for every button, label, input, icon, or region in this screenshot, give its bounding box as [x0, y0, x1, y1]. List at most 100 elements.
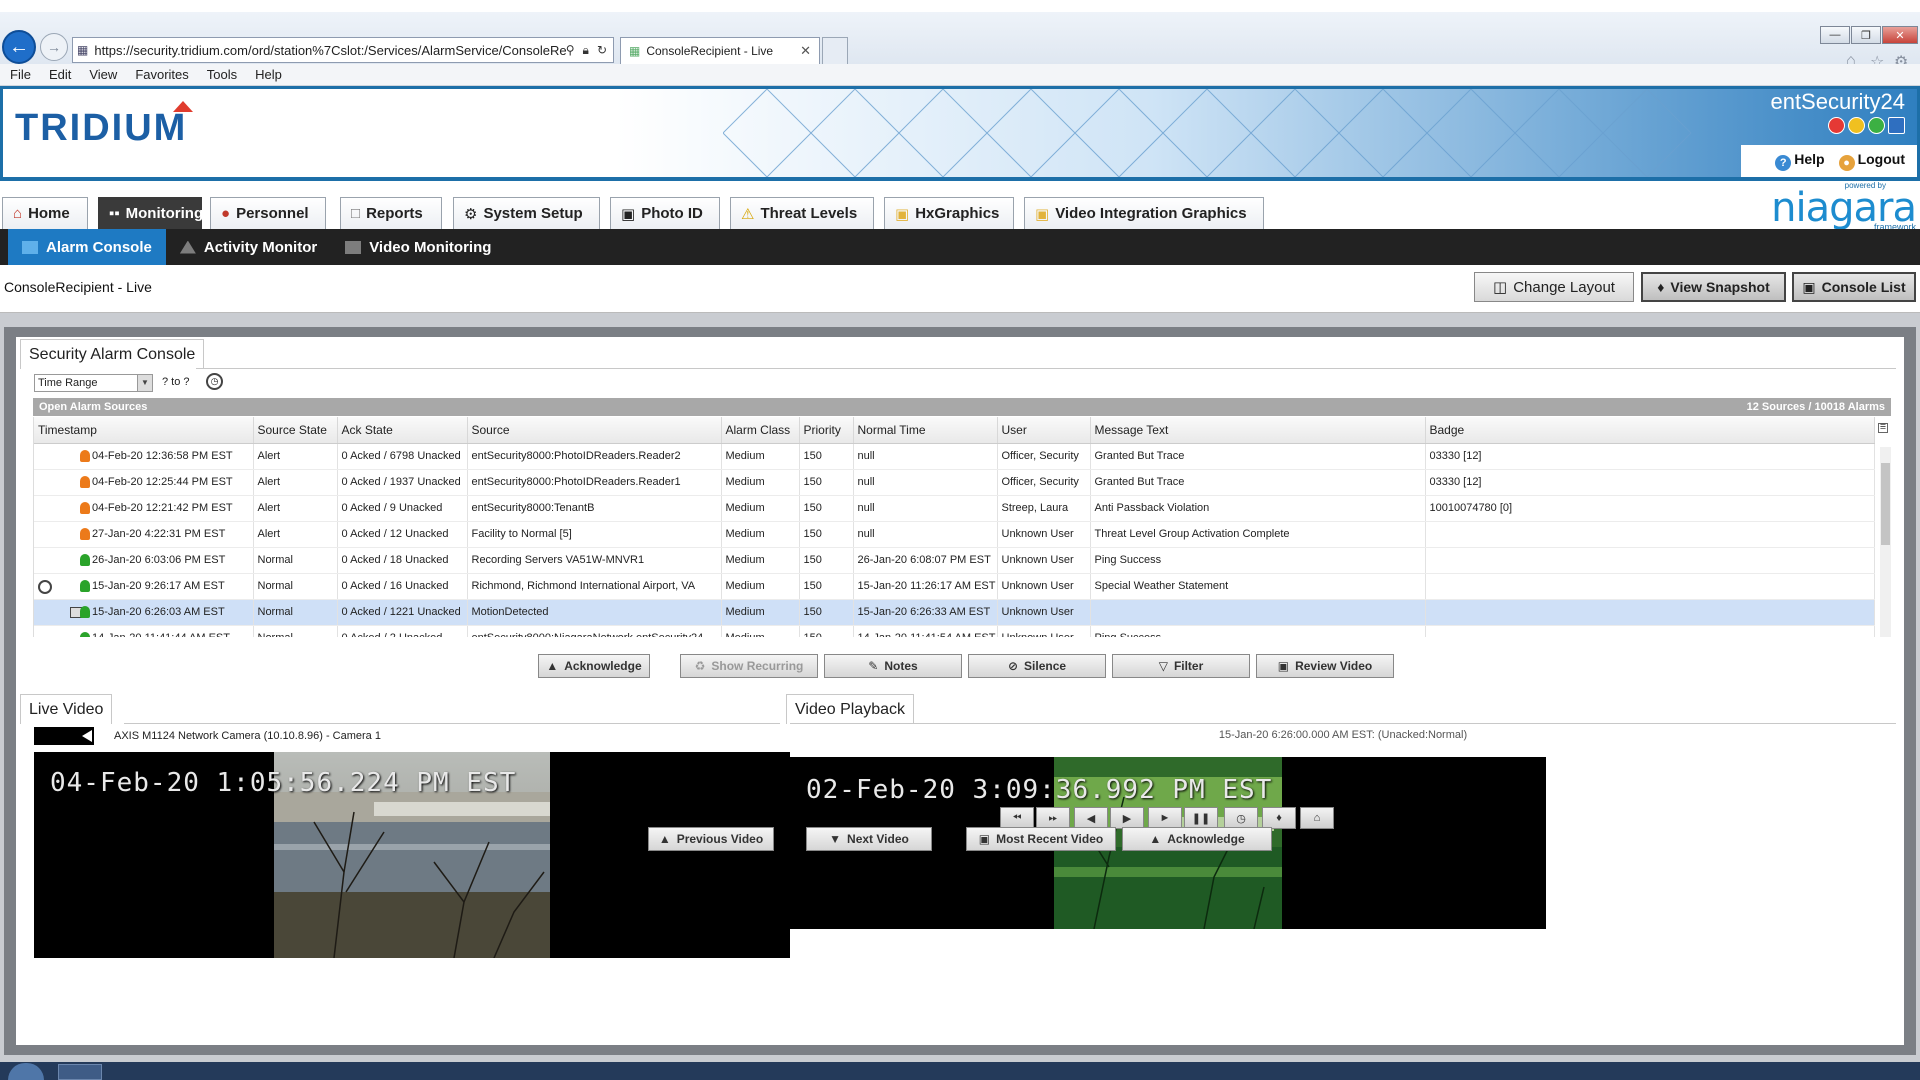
- refresh-icon[interactable]: ↻: [597, 43, 607, 58]
- check-status-icon[interactable]: [1848, 117, 1865, 134]
- url-text[interactable]: https://security.tridium.com/ord/station…: [94, 43, 565, 58]
- close-tab-icon[interactable]: ✕: [800, 43, 811, 59]
- table-row[interactable]: 15-Jan-20 6:26:03 AM EST Normal 0 Acked / …: [34, 599, 1875, 626]
- previous-video-button[interactable]: ▲ Previous Video: [648, 827, 774, 851]
- tab-reports[interactable]: □ Reports: [340, 197, 442, 229]
- col-message-text[interactable]: Message Text: [1090, 417, 1426, 444]
- tab-personnel[interactable]: ● Personnel: [210, 197, 326, 229]
- menu-tools[interactable]: Tools: [207, 67, 237, 82]
- chevron-down-icon[interactable]: ▼: [137, 375, 152, 391]
- cell-ack-state: 0 Acked / 9 Unacked: [337, 495, 468, 522]
- step-forward-button[interactable]: ▶: [1110, 807, 1144, 829]
- col-priority[interactable]: Priority: [799, 417, 854, 444]
- alarm-bell-icon: [80, 605, 90, 618]
- cell-timestamp: 04-Feb-20 12:25:44 PM EST: [34, 469, 254, 496]
- minimize-button[interactable]: —: [1820, 26, 1850, 44]
- menu-bar: File Edit View Favorites Tools Help: [0, 64, 1920, 86]
- camera-selector-icon[interactable]: [34, 727, 94, 745]
- clock-icon[interactable]: ◷: [206, 373, 223, 390]
- subnav-video-monitoring[interactable]: Video Monitoring: [331, 229, 505, 265]
- cell-source: entSecurity8000:PhotoIDReaders.Reader1: [467, 469, 722, 496]
- network-status-icon[interactable]: [1868, 117, 1885, 134]
- play-button[interactable]: ►: [1148, 807, 1182, 829]
- review-video-button[interactable]: ▣ Review Video: [1256, 654, 1394, 678]
- col-normal-time[interactable]: Normal Time: [853, 417, 998, 444]
- silence-button[interactable]: ⊘ Silence: [968, 654, 1106, 678]
- col-ack-state[interactable]: Ack State: [337, 417, 468, 444]
- filter-icon: ▽: [1158, 659, 1168, 673]
- acknowledge-video-button[interactable]: ▲ Acknowledge: [1122, 827, 1272, 851]
- forward-button[interactable]: →: [40, 33, 68, 61]
- cell-priority: 150: [799, 573, 854, 600]
- show-recurring-button[interactable]: ♻ Show Recurring: [680, 654, 818, 678]
- rewind-button[interactable]: ⏪︎: [1000, 807, 1034, 829]
- table-row[interactable]: 15-Jan-20 9:26:17 AM EST Normal 0 Acked / …: [34, 573, 1875, 600]
- menu-edit[interactable]: Edit: [49, 67, 71, 82]
- col-user[interactable]: User: [997, 417, 1091, 444]
- fast-forward-button[interactable]: ⏩︎: [1036, 807, 1070, 829]
- table-row[interactable]: 26-Jan-20 6:03:06 PM EST Normal 0 Acked / …: [34, 547, 1875, 574]
- browser-tab[interactable]: ▦ ConsoleRecipient - Live ✕: [620, 37, 820, 64]
- subnav-alarm-console[interactable]: Alarm Console: [8, 229, 166, 265]
- table-row[interactable]: 14-Jan-20 11:41:44 AM EST Normal0 Acked /…: [34, 625, 1875, 637]
- tab-hxgraphics[interactable]: ▣ HxGraphics: [884, 197, 1014, 229]
- new-tab-button[interactable]: [822, 37, 848, 64]
- column-menu-icon[interactable]: ☰: [1878, 423, 1888, 433]
- row-radio-icon[interactable]: [38, 579, 52, 594]
- next-video-button[interactable]: ▼ Next Video: [806, 827, 932, 851]
- table-row[interactable]: 27-Jan-20 4:22:31 PM EST Alert 0 Acked / 1…: [34, 521, 1875, 548]
- menu-help[interactable]: Help: [255, 67, 282, 82]
- banner-pattern: [723, 89, 1692, 177]
- alarm-console-tab[interactable]: Security Alarm Console: [20, 339, 205, 369]
- clock-button[interactable]: ◷: [1224, 807, 1258, 829]
- live-video-tab[interactable]: Live Video: [20, 694, 113, 724]
- table-row[interactable]: 04-Feb-20 12:25:44 PM EST Alert 0 Acked / …: [34, 469, 1875, 496]
- col-timestamp[interactable]: Timestamp: [34, 417, 254, 444]
- tab-threat-levels[interactable]: ⚠ Threat Levels: [730, 197, 874, 229]
- tab-system-setup[interactable]: ⚙ System Setup: [453, 197, 600, 229]
- tab-home[interactable]: ⌂ Home: [2, 197, 88, 229]
- cell-alarm-class: Medium: [721, 547, 800, 574]
- search-icon[interactable]: ⚲: [566, 43, 575, 58]
- address-bar[interactable]: ▦ https://security.tridium.com/ord/stati…: [72, 37, 614, 63]
- pause-button[interactable]: ❚❚: [1184, 807, 1218, 829]
- window-icon[interactable]: [1888, 117, 1905, 134]
- col-badge[interactable]: Badge: [1425, 417, 1875, 444]
- change-layout-button[interactable]: ◫ Change Layout: [1474, 272, 1634, 302]
- table-row[interactable]: 04-Feb-20 12:36:58 PM EST Alert 0 Acked / …: [34, 443, 1875, 470]
- menu-file[interactable]: File: [10, 67, 31, 82]
- col-alarm-class[interactable]: Alarm Class: [721, 417, 800, 444]
- acknowledge-button[interactable]: ▲ Acknowledge: [538, 654, 650, 678]
- table-row[interactable]: 04-Feb-20 12:21:42 PM EST Alert 0 Acked / …: [34, 495, 1875, 522]
- taskbar-item[interactable]: [58, 1064, 102, 1080]
- filter-button[interactable]: ▽ Filter: [1112, 654, 1250, 678]
- video-playback-tab[interactable]: Video Playback: [786, 694, 914, 724]
- logout-link[interactable]: ● Logout: [1838, 151, 1905, 171]
- home-button[interactable]: ⌂: [1300, 807, 1334, 829]
- back-button[interactable]: ←: [2, 30, 36, 64]
- time-range-select[interactable]: Time Range ▼: [34, 374, 153, 392]
- most-recent-video-button[interactable]: ▣ Most Recent Video: [966, 827, 1116, 851]
- live-video-view[interactable]: 04-Feb-20 1:05:56.224 PM EST: [34, 752, 790, 958]
- console-list-button[interactable]: ▣ Console List: [1792, 272, 1916, 302]
- tab-monitoring[interactable]: ▪▪ Monitoring: [98, 197, 203, 229]
- maximize-button[interactable]: ❐: [1851, 26, 1881, 44]
- tab-video-integration-graphics[interactable]: ▣ Video Integration Graphics: [1024, 197, 1264, 229]
- col-source-state[interactable]: Source State: [253, 417, 338, 444]
- step-back-button[interactable]: ◀: [1074, 807, 1108, 829]
- table-scrollbar-thumb[interactable]: [1881, 463, 1890, 545]
- menu-favorites[interactable]: Favorites: [135, 67, 188, 82]
- menu-view[interactable]: View: [89, 67, 117, 82]
- console-icon: [22, 240, 38, 254]
- help-link[interactable]: ? Help: [1775, 151, 1825, 171]
- close-window-button[interactable]: ✕: [1882, 26, 1918, 44]
- alarm-button[interactable]: ♦: [1262, 807, 1296, 829]
- notes-button[interactable]: ✎ Notes: [824, 654, 962, 678]
- alarm-bell-icon[interactable]: [1828, 117, 1845, 134]
- lock-icon[interactable]: 🔒︎: [583, 43, 589, 58]
- view-snapshot-button[interactable]: ♦ View Snapshot: [1641, 272, 1786, 302]
- tab-photo-id[interactable]: ▣ Photo ID: [610, 197, 720, 229]
- subnav-activity-monitor[interactable]: Activity Monitor: [166, 229, 331, 265]
- col-source[interactable]: Source: [467, 417, 722, 444]
- silence-icon: ⊘: [1007, 659, 1019, 673]
